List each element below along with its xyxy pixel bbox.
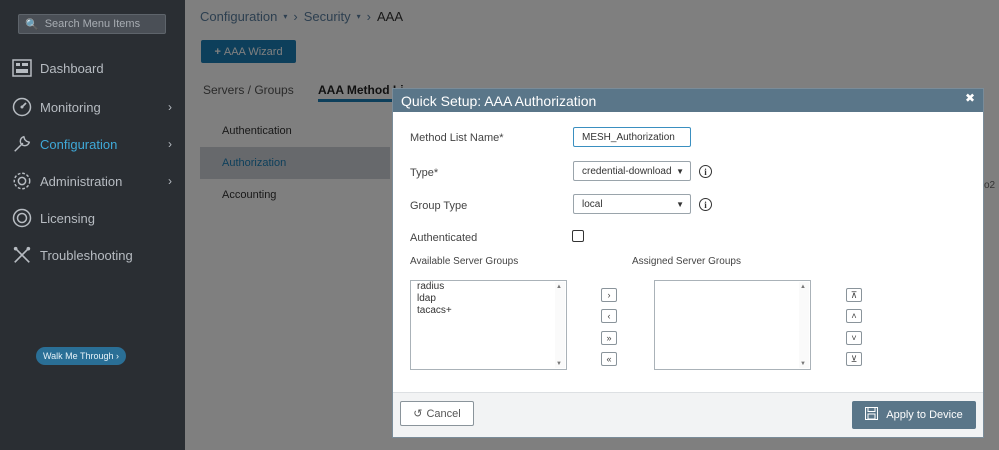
sidebar-item-dashboard[interactable]: Dashboard bbox=[0, 53, 185, 83]
list-item[interactable]: ldap bbox=[411, 293, 566, 305]
caret-down-icon: ▼ bbox=[676, 166, 684, 176]
sidebar-item-licensing[interactable]: Licensing bbox=[0, 203, 185, 233]
list-item[interactable]: radius bbox=[411, 281, 566, 293]
info-icon[interactable]: i bbox=[699, 165, 712, 178]
sidebar-item-monitoring[interactable]: Monitoring › bbox=[0, 92, 185, 122]
authenticated-label: Authenticated bbox=[410, 232, 478, 244]
move-right-button[interactable]: › bbox=[601, 288, 617, 302]
authenticated-checkbox[interactable] bbox=[572, 230, 584, 242]
move-left-button[interactable]: ‹ bbox=[601, 309, 617, 323]
move-all-right-button[interactable]: » bbox=[601, 331, 617, 345]
move-up-button[interactable]: ˄ bbox=[846, 309, 862, 323]
sidebar-item-troubleshooting[interactable]: Troubleshooting bbox=[0, 240, 185, 270]
group-type-label: Group Type bbox=[410, 200, 468, 212]
walk-me-through-button[interactable]: Walk Me Through › bbox=[36, 347, 126, 365]
assigned-groups-label: Assigned Server Groups bbox=[632, 256, 741, 267]
dialog-footer: ↺ Cancel Apply to Device bbox=[393, 392, 983, 437]
background-cut-text: o2 bbox=[984, 180, 996, 191]
cancel-button[interactable]: ↺ Cancel bbox=[400, 401, 474, 426]
caret-down-icon: ▼ bbox=[676, 199, 684, 209]
save-icon bbox=[865, 407, 879, 423]
method-list-name-label: Method List Name* bbox=[410, 132, 504, 144]
dialog-header: Quick Setup: AAA Authorization ✖ bbox=[393, 89, 983, 112]
sidebar-item-administration[interactable]: Administration › bbox=[0, 166, 185, 196]
tools-icon bbox=[12, 245, 32, 265]
dialog-title: Quick Setup: AAA Authorization bbox=[401, 92, 597, 109]
sidebar: 🔍 Search Menu Items Dashboard Monitoring… bbox=[0, 0, 185, 450]
licensing-icon bbox=[12, 208, 32, 228]
chevron-right-icon: › bbox=[168, 137, 172, 151]
type-select[interactable]: credential-download ▼ bbox=[573, 161, 691, 181]
method-list-name-input[interactable]: MESH_Authorization bbox=[573, 127, 691, 147]
monitoring-icon bbox=[12, 97, 32, 117]
scrollbar[interactable]: ▲ ▼ bbox=[799, 282, 809, 368]
info-icon[interactable]: i bbox=[699, 198, 712, 211]
search-input[interactable]: 🔍 Search Menu Items bbox=[18, 14, 166, 34]
list-item[interactable]: tacacs+ bbox=[411, 305, 566, 317]
search-icon: 🔍 bbox=[25, 18, 39, 31]
available-groups-list[interactable]: radius ldap tacacs+ ▲ ▼ bbox=[410, 280, 567, 370]
type-label: Type* bbox=[410, 167, 439, 179]
wrench-icon bbox=[12, 134, 32, 154]
undo-icon: ↺ bbox=[413, 408, 423, 420]
sidebar-item-configuration[interactable]: Configuration › bbox=[0, 129, 185, 159]
group-type-select[interactable]: local ▼ bbox=[573, 194, 691, 214]
scrollbar[interactable]: ▲ ▼ bbox=[555, 282, 565, 368]
chevron-right-icon: › bbox=[168, 100, 172, 114]
move-all-left-button[interactable]: « bbox=[601, 352, 617, 366]
assigned-groups-list[interactable]: ▲ ▼ bbox=[654, 280, 811, 370]
move-bottom-button[interactable]: ⊻ bbox=[846, 352, 862, 366]
gear-icon bbox=[12, 171, 32, 191]
chevron-right-icon: › bbox=[168, 174, 172, 188]
move-down-button[interactable]: ˅ bbox=[846, 331, 862, 345]
apply-to-device-button[interactable]: Apply to Device bbox=[852, 401, 976, 429]
move-top-button[interactable]: ⊼ bbox=[846, 288, 862, 302]
dashboard-icon bbox=[12, 58, 32, 78]
quick-setup-dialog: Quick Setup: AAA Authorization ✖ Method … bbox=[392, 88, 984, 438]
available-groups-label: Available Server Groups bbox=[410, 256, 519, 267]
close-icon[interactable]: ✖ bbox=[965, 91, 975, 105]
